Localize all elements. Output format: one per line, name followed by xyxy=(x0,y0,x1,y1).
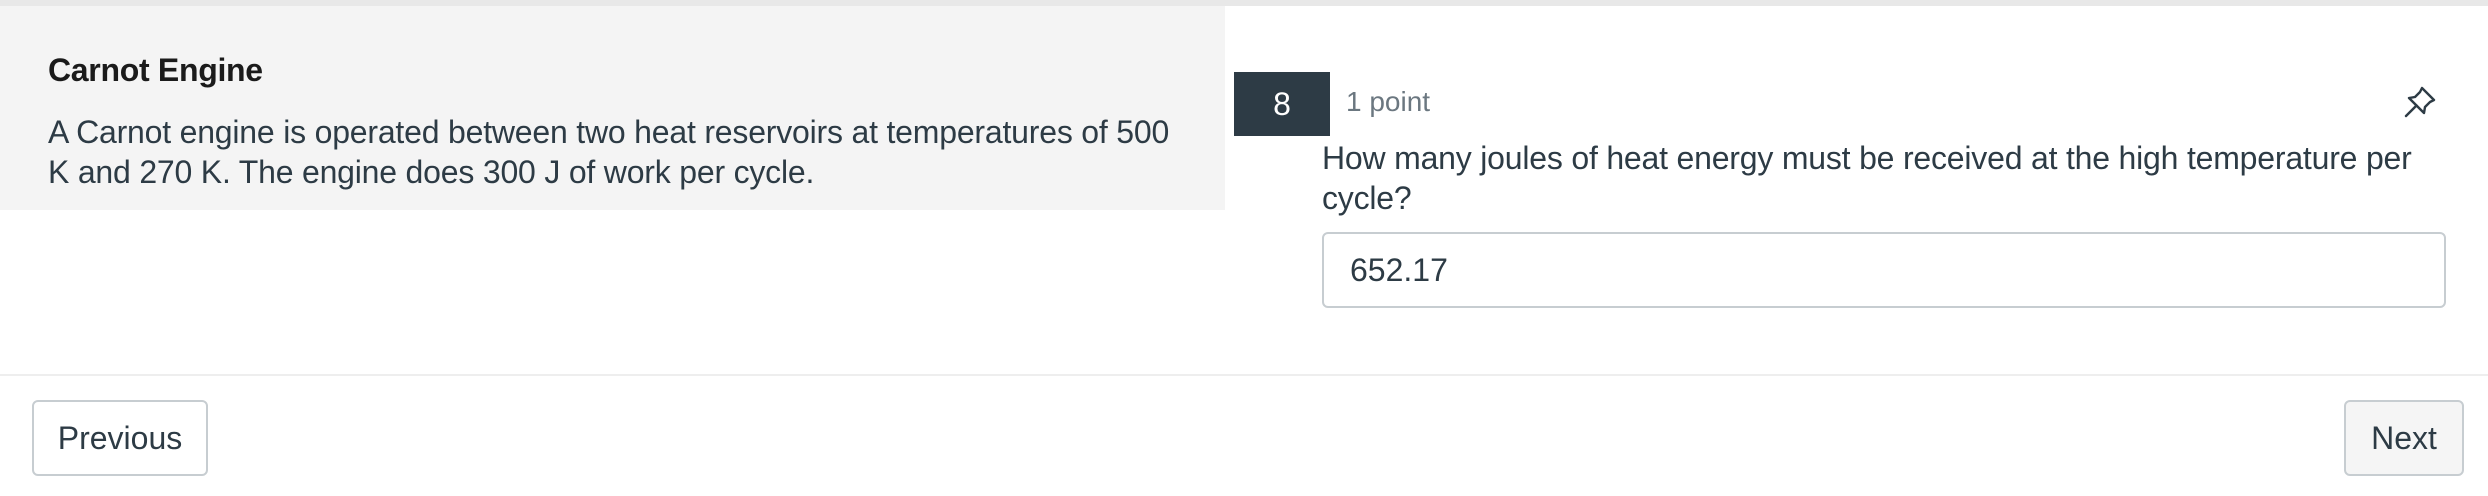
next-button[interactable]: Next xyxy=(2344,400,2464,476)
footer-divider xyxy=(0,374,2488,376)
stimulus-panel: Carnot Engine A Carnot engine is operate… xyxy=(0,6,1225,210)
stimulus-title: Carnot Engine xyxy=(48,52,263,88)
question-points: 1 point xyxy=(1346,86,1431,117)
pin-icon[interactable] xyxy=(2400,82,2440,122)
answer-input[interactable] xyxy=(1322,232,2446,308)
question-text: How many joules of heat energy must be r… xyxy=(1322,140,2412,216)
stimulus-text: A Carnot engine is operated between two … xyxy=(48,114,1170,190)
previous-button[interactable]: Previous xyxy=(32,400,208,476)
question-number-badge: 8 xyxy=(1234,72,1330,136)
